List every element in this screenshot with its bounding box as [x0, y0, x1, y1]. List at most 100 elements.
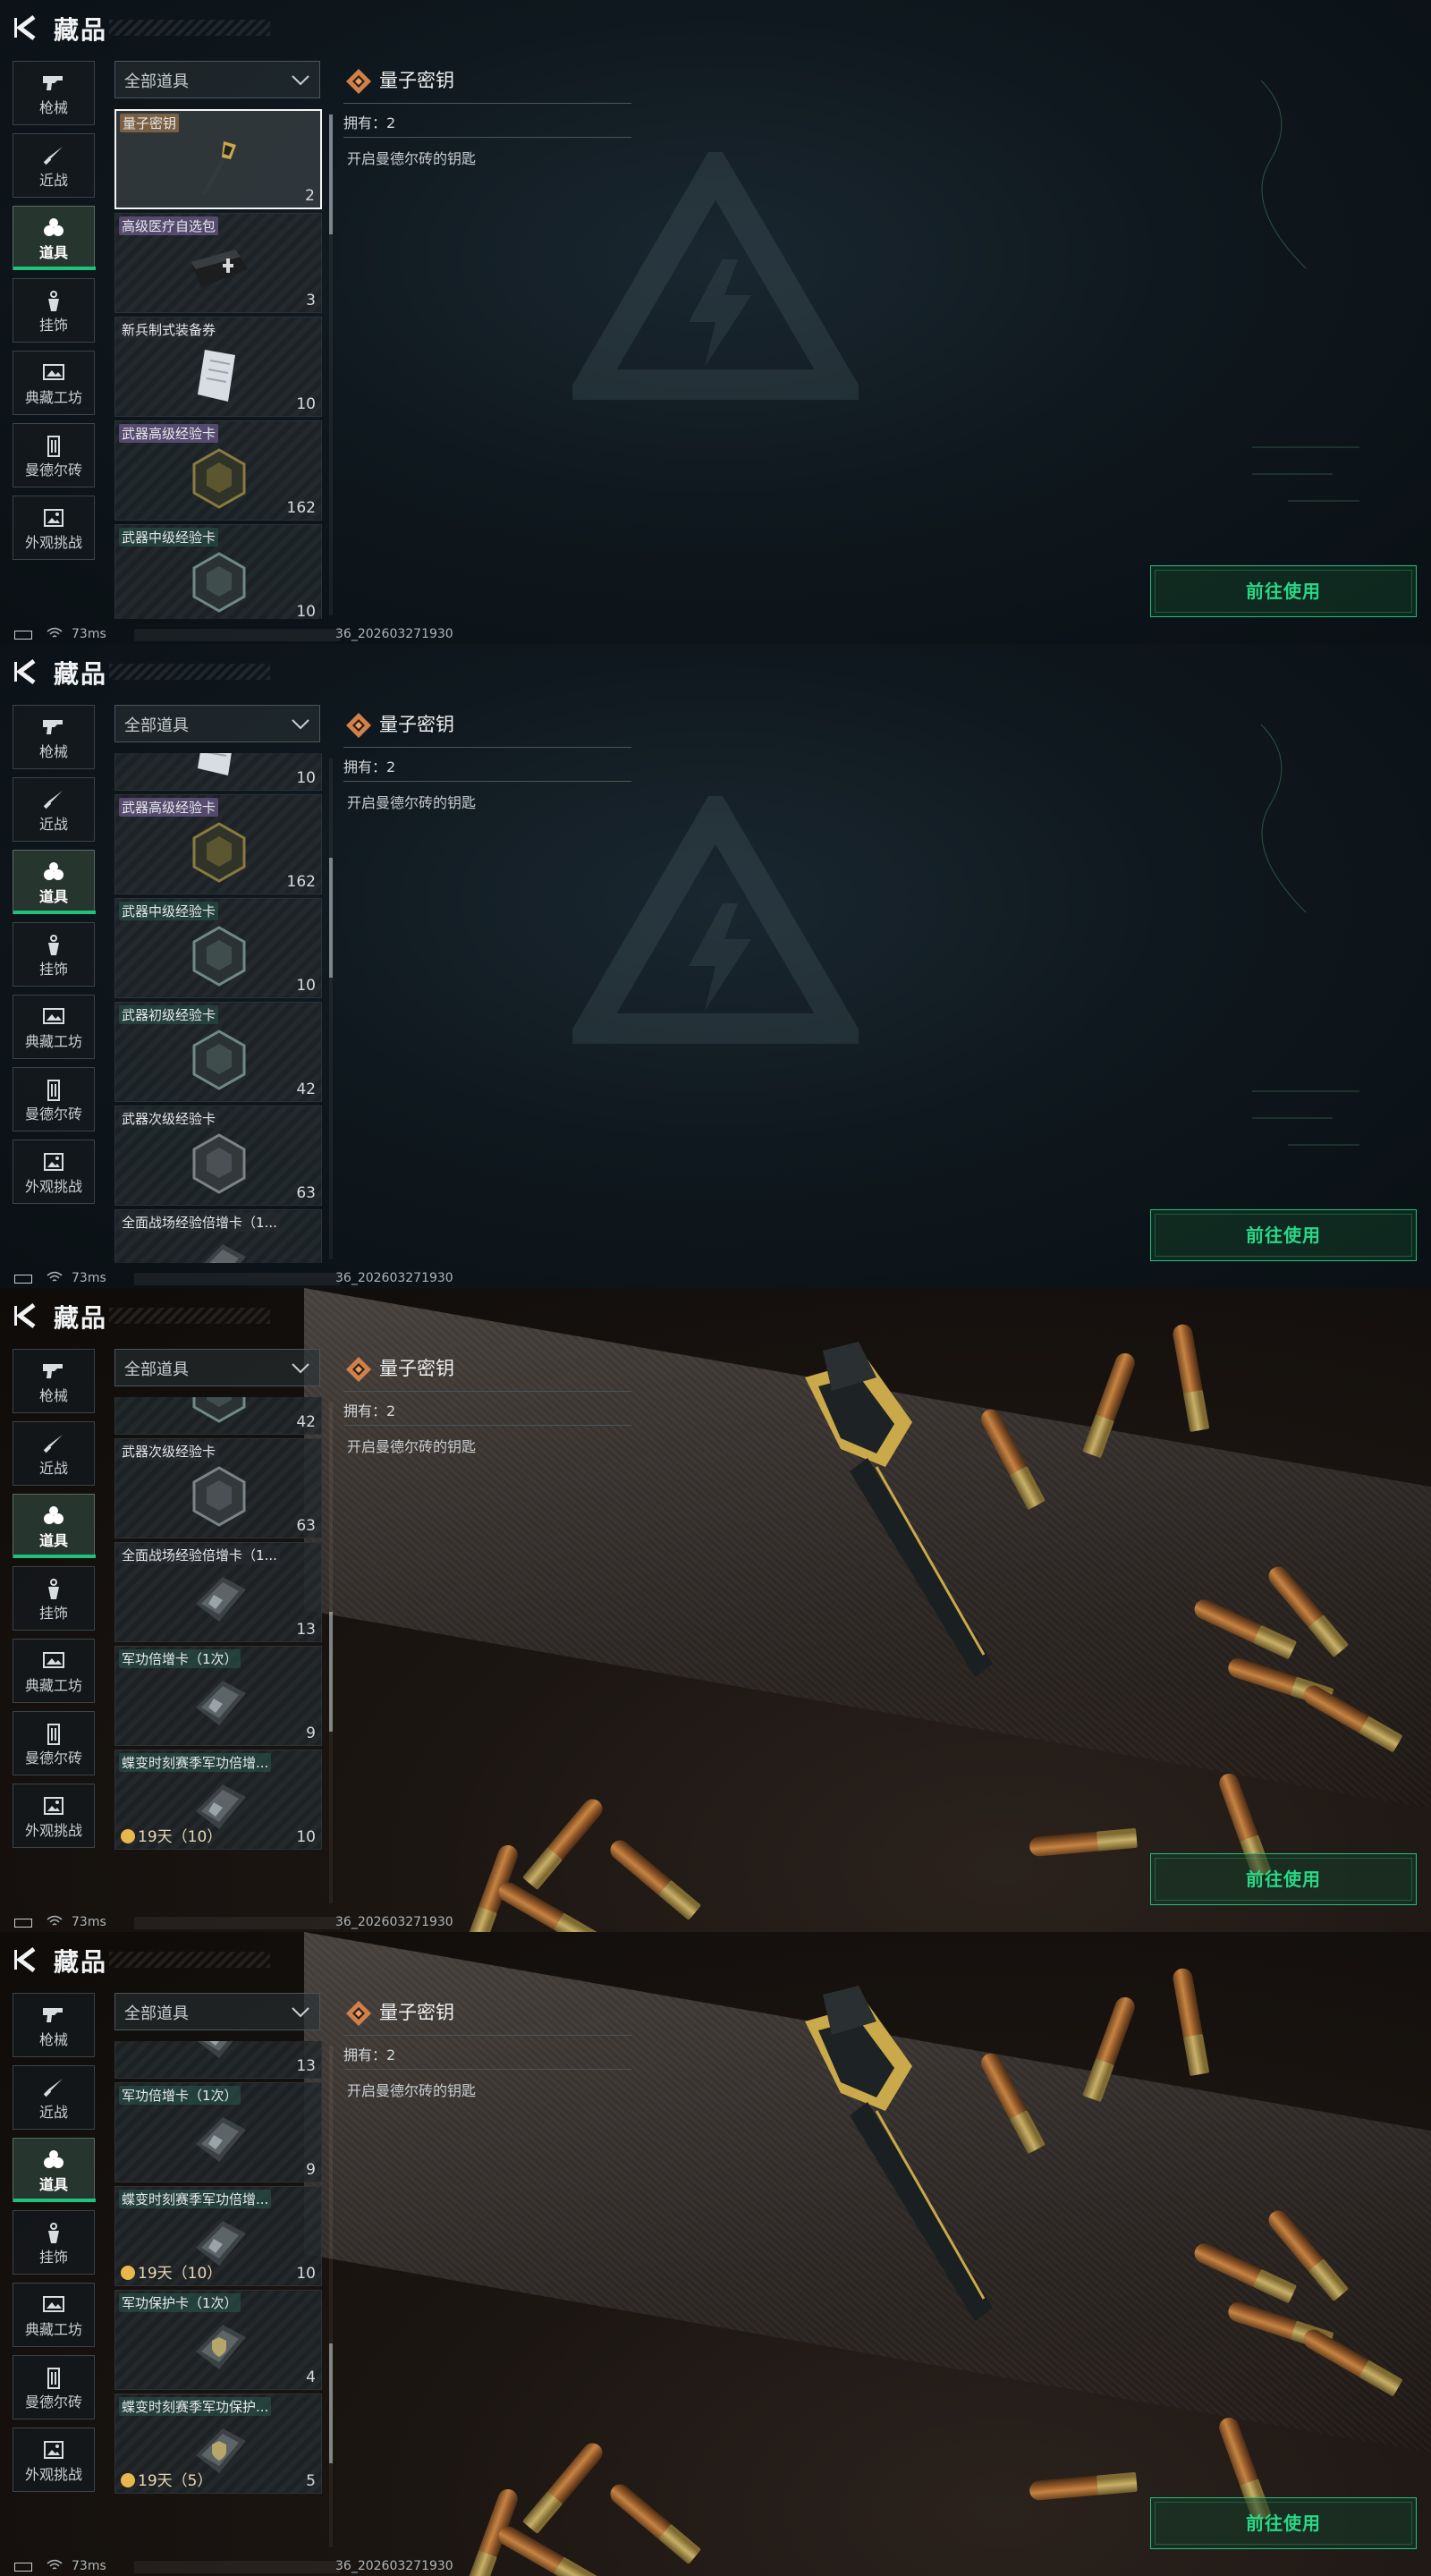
item-quantity: 10	[296, 395, 316, 413]
item-card[interactable]: 军功保护卡（1次） 4	[114, 2290, 322, 2390]
sidebar-item[interactable]: 外观挑战	[13, 2428, 95, 2492]
status-bar: 73ms 36_202603271930	[0, 1270, 1431, 1288]
sidebar-item-label: 外观挑战	[24, 1178, 82, 1195]
sidebar-item[interactable]: 道具	[13, 206, 96, 270]
item-filter-dropdown[interactable]: 全部道具	[114, 705, 320, 742]
item-card[interactable]: 蝶变时刻赛季军功保护... 5 19天（5）	[114, 2394, 322, 2494]
back-button[interactable]	[13, 1945, 43, 1975]
item-image	[187, 2108, 251, 2173]
status-bar: 73ms 36_202603271930	[0, 626, 1431, 644]
title-decoration	[109, 1952, 270, 1968]
sidebar-item-label: 挂饰	[38, 961, 68, 978]
item-card[interactable]: 武器中级经验卡 10	[114, 524, 322, 619]
back-button[interactable]	[13, 657, 43, 687]
item-card[interactable]: 高级医疗自选包 3	[114, 213, 322, 313]
item-card[interactable]: 武器次级经验卡 63	[114, 1438, 322, 1538]
sidebar-item[interactable]: 道具	[13, 2138, 96, 2202]
item-card[interactable]: 全面战场经验倍增卡（1...	[114, 1209, 322, 1263]
screen-frame: 藏品 枪械 近战 道具 挂饰 典藏工坊 曼德尔砖 外观挑战 全部道具 10 武器高级经验卡 162 武器…	[0, 644, 1431, 1288]
sidebar-item[interactable]: 道具	[13, 850, 96, 914]
back-button[interactable]	[13, 1301, 43, 1331]
item-card[interactable]: 军功倍增卡（1次） 9	[114, 2082, 322, 2182]
item-card[interactable]: 武器高级经验卡 162	[114, 794, 322, 894]
sidebar-item[interactable]: 典藏工坊	[13, 1639, 95, 1703]
charm-icon	[13, 2211, 94, 2245]
item-card[interactable]: 蝶变时刻赛季军功倍增... 10 19天（10）	[114, 1750, 322, 1850]
sidebar-item[interactable]: 曼德尔砖	[13, 1711, 95, 1775]
sidebar-item-label: 挂饰	[38, 1605, 68, 1622]
item-filter-dropdown[interactable]: 全部道具	[114, 61, 320, 98]
item-quantity: 9	[306, 1724, 316, 1742]
ping-value: 73ms	[72, 1915, 106, 1929]
title-decoration	[109, 664, 270, 680]
sidebar-item[interactable]: 典藏工坊	[13, 351, 95, 415]
sidebar-item[interactable]: 枪械	[13, 61, 95, 125]
item-card[interactable]: 武器高级经验卡 162	[114, 420, 322, 521]
item-card[interactable]: 军功倍增卡（1次） 9	[114, 1646, 322, 1746]
item-card[interactable]: 蝶变时刻赛季军功倍增... 10 19天（10）	[114, 2186, 322, 2286]
item-timer: 19天（10）	[121, 2260, 222, 2283]
clock-icon	[121, 2266, 135, 2280]
go-use-button[interactable]: 前往使用	[1150, 2497, 1417, 2549]
list-scrollbar[interactable]	[329, 758, 333, 1259]
status-bar: 73ms 36_202603271930	[0, 2558, 1431, 2576]
sidebar-item[interactable]: 曼德尔砖	[13, 1067, 95, 1131]
sidebar-item[interactable]: 枪械	[13, 705, 95, 769]
scrollbar-thumb[interactable]	[329, 1612, 333, 1732]
item-card[interactable]: 武器初级经验卡42	[114, 1002, 322, 1102]
sidebar-item[interactable]: 近战	[13, 777, 95, 842]
category-sidebar: 枪械近战道具挂饰典藏工坊曼德尔砖外观挑战	[13, 705, 96, 1212]
scrollbar-thumb[interactable]	[329, 114, 333, 234]
sidebar-item[interactable]: 近战	[13, 2065, 95, 2130]
chevron-down-icon	[291, 1360, 310, 1379]
item-card[interactable]: 武器中级经验卡 10	[114, 898, 322, 998]
sidebar-item[interactable]: 近战	[13, 1421, 95, 1486]
item-timer: 19天（5）	[121, 2468, 212, 2490]
item-card[interactable]: 全面战场经验倍增卡（1... 13	[114, 1542, 322, 1642]
item-card[interactable]: 10	[114, 753, 322, 791]
item-card[interactable]: 量子密钥 2	[114, 109, 322, 209]
page-title: 藏品	[54, 15, 108, 45]
sidebar-item[interactable]: 道具	[13, 1494, 96, 1558]
sidebar-item[interactable]: 挂饰	[13, 922, 95, 987]
list-scrollbar[interactable]	[329, 1402, 333, 1903]
sidebar-item[interactable]: 典藏工坊	[13, 2283, 95, 2347]
scrollbar-thumb[interactable]	[329, 2343, 333, 2463]
item-list: 量子密钥 2 高级医疗自选包 3 新兵制式装备券 10 武器高级经验卡 162 武器中级经验卡 1…	[114, 109, 322, 619]
sidebar-item[interactable]: 曼德尔砖	[13, 2355, 95, 2419]
bullet-decoration	[1029, 2471, 1138, 2502]
sidebar-item[interactable]: 典藏工坊	[13, 995, 95, 1059]
go-use-button[interactable]: 前往使用	[1150, 565, 1417, 617]
sidebar-item[interactable]: 挂饰	[13, 278, 95, 343]
status-bar: 73ms 36_202603271930	[0, 1914, 1431, 1932]
sidebar-item[interactable]: 挂饰	[13, 1566, 95, 1631]
items-icon	[13, 851, 94, 885]
appearance-challenge-icon	[13, 496, 94, 530]
list-scrollbar[interactable]	[329, 2046, 333, 2547]
item-card[interactable]: 13	[114, 2041, 322, 2079]
item-card[interactable]: 新兵制式装备券 10	[114, 317, 322, 417]
item-filter-dropdown[interactable]: 全部道具	[114, 1993, 320, 2030]
item-filter-dropdown[interactable]: 全部道具	[114, 1349, 320, 1386]
quality-diamond-icon	[346, 2001, 371, 2026]
list-scrollbar[interactable]	[329, 114, 333, 615]
item-card[interactable]: 武器次级经验卡 63	[114, 1106, 322, 1206]
sidebar-item[interactable]: 挂饰	[13, 2210, 95, 2275]
sidebar-item-label: 道具	[38, 888, 68, 905]
sidebar-item[interactable]: 枪械	[13, 1349, 95, 1413]
back-button[interactable]	[13, 13, 43, 43]
item-timer: 19天（10）	[121, 1824, 222, 1846]
scrollbar-thumb[interactable]	[329, 858, 333, 978]
sidebar-item[interactable]: 枪械	[13, 1993, 95, 2057]
sidebar-item[interactable]: 外观挑战	[13, 496, 95, 560]
item-card[interactable]: 武器初级经验卡42	[114, 1397, 322, 1435]
sidebar-item[interactable]: 外观挑战	[13, 1140, 95, 1204]
sidebar-item[interactable]: 曼德尔砖	[13, 423, 95, 487]
item-image	[187, 239, 251, 303]
go-use-button[interactable]: 前往使用	[1150, 1209, 1417, 1261]
screen-frame: 藏品枪械近战道具挂饰典藏工坊曼德尔砖外观挑战全部道具武器初级经验卡42武器次级经…	[0, 1288, 1431, 1932]
go-use-button[interactable]: 前往使用	[1150, 1853, 1417, 1905]
sidebar-item[interactable]: 外观挑战	[13, 1784, 95, 1848]
sidebar-item[interactable]: 近战	[13, 133, 95, 198]
title-decoration	[109, 1308, 270, 1324]
